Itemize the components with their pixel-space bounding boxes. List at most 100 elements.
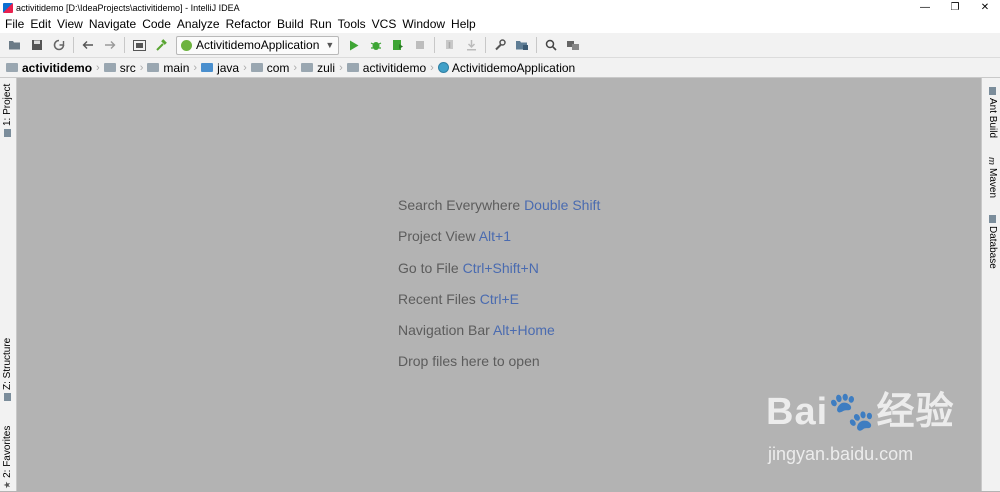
package-folder-icon <box>346 63 359 72</box>
close-button[interactable]: ✕ <box>970 0 1000 15</box>
build-hammer-icon[interactable] <box>150 35 172 55</box>
breadcrumb-label: src <box>119 60 136 75</box>
settings-wrench-icon[interactable] <box>489 35 511 55</box>
menu-code[interactable]: Code <box>139 17 174 31</box>
tab-structure-label: Z: Structure <box>2 337 13 390</box>
chevron-right-icon: › <box>243 61 247 74</box>
breadcrumb-item[interactable]: activitidemo <box>346 60 427 75</box>
breadcrumb-item[interactable]: ActivitidemoApplication <box>437 60 576 75</box>
tab-maven-label: Maven <box>987 168 998 199</box>
breadcrumb-item[interactable]: java <box>201 61 239 75</box>
menu-file[interactable]: File <box>2 17 27 31</box>
breadcrumb-item[interactable]: zuli <box>301 61 335 75</box>
breadcrumb-label: java <box>217 60 240 75</box>
structure-icon <box>4 393 11 401</box>
tab-ant-build[interactable]: Ant Build <box>987 84 998 138</box>
project-settings-icon[interactable] <box>511 35 533 55</box>
source-folder-icon <box>201 63 214 72</box>
plugin-icon[interactable] <box>562 35 584 55</box>
breadcrumb-item[interactable]: activitidemo <box>6 61 92 75</box>
minimize-button[interactable]: — <box>910 0 940 15</box>
module-folder-icon <box>6 63 18 72</box>
left-tool-strip: 1: Project Z: Structure ★ 2: Favorites <box>0 78 17 491</box>
package-folder-icon <box>250 63 263 72</box>
menu-help[interactable]: Help <box>448 17 479 31</box>
run-icon[interactable] <box>343 35 365 55</box>
menu-build[interactable]: Build <box>274 17 307 31</box>
hint-drop-files: Drop files here to open <box>398 353 540 370</box>
baidu-logo: Bai🐾经验 <box>766 391 955 433</box>
database-icon <box>989 215 996 223</box>
tab-structure[interactable]: Z: Structure <box>2 338 13 404</box>
menu-bar: File Edit View Navigate Code Analyze Ref… <box>0 15 1000 33</box>
toolbar-separator <box>434 37 436 53</box>
folder-icon <box>103 63 116 72</box>
chevron-right-icon: › <box>193 61 198 74</box>
search-icon[interactable] <box>540 35 562 55</box>
window-controls: — ❐ ✕ <box>910 0 1000 15</box>
chevron-right-icon: › <box>139 61 144 74</box>
breadcrumb-label: zuli <box>317 60 336 75</box>
tab-project[interactable]: 1: Project <box>2 84 13 140</box>
menu-tools[interactable]: Tools <box>335 17 369 31</box>
baidu-watermark: Bai🐾经验 jingyan.baidu.com <box>766 380 956 470</box>
right-tool-strip: Ant Build m Maven Database <box>981 78 1000 491</box>
chevron-right-icon: › <box>430 61 434 74</box>
chevron-down-icon: ▼ <box>325 40 335 50</box>
tab-ant-label: Ant Build <box>987 98 998 139</box>
hint-search-everywhere: Search Everywhere Double Shift <box>398 197 601 213</box>
run-with-coverage-icon[interactable] <box>387 35 409 55</box>
menu-run[interactable]: Run <box>307 17 335 31</box>
welcome-hints: Search Everywhere Double Shift Project V… <box>398 196 600 384</box>
menu-view[interactable]: View <box>54 17 86 31</box>
project-structure-icon[interactable] <box>128 35 150 55</box>
forward-arrow-icon[interactable] <box>99 35 121 55</box>
title-bar: activitidemo [D:\IdeaProjects\activitide… <box>0 0 1000 15</box>
open-folder-icon[interactable] <box>4 35 26 55</box>
breadcrumb: activitidemo › src › main › java › com ›… <box>0 58 1000 78</box>
hint-navigation-bar: Navigation Bar Alt+Home <box>398 322 555 339</box>
tab-database[interactable]: Database <box>987 212 998 269</box>
breadcrumb-item[interactable]: main <box>147 61 189 75</box>
breadcrumb-label: ActivitidemoApplication <box>451 60 576 75</box>
menu-vcs[interactable]: VCS <box>369 17 400 31</box>
menu-navigate[interactable]: Navigate <box>86 17 139 31</box>
debug-icon[interactable] <box>365 35 387 55</box>
watermark-url: jingyan.baidu.com <box>768 444 914 464</box>
back-arrow-icon[interactable] <box>77 35 99 55</box>
spring-class-icon <box>437 62 449 73</box>
hint-project-view: Project View Alt+1 <box>398 228 511 245</box>
toolbar-separator <box>124 37 125 53</box>
maven-icon: m <box>987 157 998 166</box>
restore-button[interactable]: ❐ <box>940 0 970 15</box>
save-all-icon[interactable] <box>26 35 48 55</box>
vcs-update-icon[interactable] <box>438 35 460 55</box>
run-configuration-select[interactable]: ActivitidemoApplication ▼ <box>176 35 340 55</box>
menu-refactor[interactable]: Refactor <box>223 17 274 31</box>
menu-edit[interactable]: Edit <box>27 17 54 31</box>
chevron-right-icon: › <box>339 61 343 74</box>
vcs-commit-icon[interactable] <box>460 35 482 55</box>
shortcut-key: Alt+1 <box>478 228 511 245</box>
breadcrumb-label: activitidemo <box>362 60 427 75</box>
breadcrumb-label: main <box>163 60 190 75</box>
toolbar-separator <box>536 37 538 53</box>
tab-maven[interactable]: m Maven <box>987 154 998 198</box>
sync-icon[interactable] <box>48 35 70 55</box>
breadcrumb-label: activitidemo <box>22 60 93 75</box>
breadcrumb-label: com <box>266 60 290 75</box>
folder-icon <box>4 129 11 137</box>
window-title: activitidemo [D:\IdeaProjects\activitide… <box>16 2 240 13</box>
tab-favorites[interactable]: ★ 2: Favorites <box>2 426 13 492</box>
breadcrumb-item[interactable]: com <box>250 60 290 75</box>
stop-icon[interactable] <box>409 35 431 55</box>
shortcut-key: Ctrl+Shift+N <box>462 259 539 276</box>
hint-go-to-file: Go to File Ctrl+Shift+N <box>398 259 539 276</box>
menu-window[interactable]: Window <box>399 17 448 31</box>
ant-icon <box>989 87 996 95</box>
menu-analyze[interactable]: Analyze <box>174 17 223 31</box>
folder-icon <box>147 63 160 72</box>
chevron-right-icon: › <box>293 61 298 74</box>
breadcrumb-item[interactable]: src <box>103 60 136 75</box>
chevron-right-icon: › <box>96 61 100 74</box>
